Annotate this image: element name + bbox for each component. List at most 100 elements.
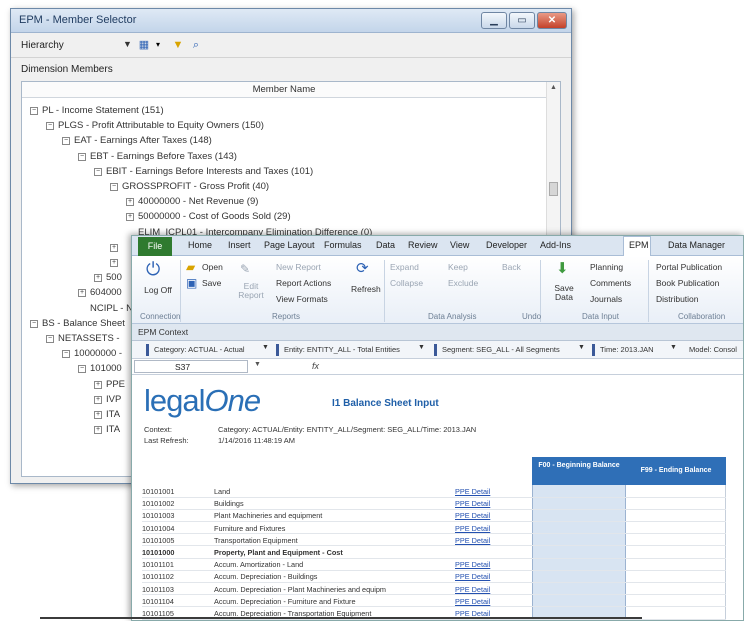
log-off-icon[interactable]: ⏻	[146, 260, 160, 278]
chevron-down-icon[interactable]: ▼	[418, 344, 425, 351]
tab-file[interactable]: File	[138, 237, 172, 256]
ppe-detail-link[interactable]: PPE Detail	[455, 536, 490, 546]
maximize-button[interactable]: ▭	[509, 12, 535, 29]
chevron-down-icon[interactable]: ▼	[123, 39, 132, 49]
model-selector[interactable]: Model: Consol	[684, 344, 737, 356]
save-button[interactable]: Save	[202, 278, 221, 288]
tab-add-ins[interactable]: Add-Ins	[540, 240, 571, 250]
open-button[interactable]: Open	[202, 262, 223, 272]
chevron-down-icon[interactable]: ▼	[670, 344, 677, 351]
tree-item[interactable]: − BS - Balance Sheet	[30, 317, 125, 331]
chevron-down-icon[interactable]: ▼	[578, 344, 585, 351]
expand-icon[interactable]: +	[94, 274, 102, 283]
ppe-detail-link[interactable]: PPE Detail	[455, 585, 490, 595]
collapse-icon[interactable]: −	[94, 167, 102, 176]
member-name-header[interactable]: Member Name	[22, 82, 546, 98]
save-data-button[interactable]: Save Data	[550, 284, 578, 302]
expand-icon[interactable]: +	[78, 289, 86, 298]
tree-item[interactable]: − PLGS - Profit Attributable to Equity Ow…	[46, 119, 264, 133]
tab-developer[interactable]: Developer	[486, 240, 527, 250]
tree-item[interactable]: +40000000 - Net Revenue (9)	[126, 195, 258, 209]
tree-item[interactable]: + PPE	[94, 378, 125, 392]
member-selector-titlebar[interactable]: EPM - Member Selector ▁ ▭ ✕	[11, 9, 571, 33]
expand-icon[interactable]: +	[126, 213, 134, 222]
tab-formulas[interactable]: Formulas	[324, 240, 362, 250]
ppe-detail-link[interactable]: PPE Detail	[455, 597, 490, 607]
tab-view[interactable]: View	[450, 240, 469, 250]
tab-data-manager[interactable]: Data Manager	[668, 240, 725, 250]
close-button[interactable]: ✕	[537, 12, 567, 29]
tree-item[interactable]: −10000000 -	[62, 347, 122, 361]
exclude-button[interactable]: Exclude	[448, 278, 478, 288]
scroll-thumb[interactable]	[549, 182, 558, 196]
expand-icon[interactable]: +	[94, 380, 102, 389]
refresh-button[interactable]: Refresh	[351, 284, 381, 294]
book-publication-button[interactable]: Book Publication	[656, 278, 719, 288]
collapse-icon[interactable]: −	[78, 152, 86, 161]
tree-item[interactable]: +500	[94, 271, 122, 285]
log-off-button[interactable]: Log Off	[142, 286, 174, 295]
ppe-detail-link[interactable]: PPE Detail	[455, 572, 490, 582]
worksheet[interactable]: legalOne I1 Balance Sheet Input Context:…	[132, 375, 743, 620]
time-selector[interactable]: Time: 2013.JAN	[592, 344, 654, 356]
tree-item[interactable]: + IVP	[94, 393, 121, 407]
ppe-detail-link[interactable]: PPE Detail	[455, 499, 490, 509]
tree-item[interactable]: +604000	[78, 286, 122, 300]
back-button[interactable]: Back	[502, 262, 521, 272]
tab-home[interactable]: Home	[188, 240, 212, 250]
portal-publication-button[interactable]: Portal Publication	[656, 262, 722, 272]
minimize-button[interactable]: ▁	[481, 12, 507, 29]
tree-item[interactable]: +	[110, 256, 122, 270]
expand-icon[interactable]: +	[126, 198, 134, 207]
new-report-button[interactable]: New Report	[276, 262, 321, 272]
ppe-detail-link[interactable]: PPE Detail	[455, 511, 490, 521]
collapse-icon[interactable]: −	[46, 335, 54, 343]
tab-epm[interactable]: EPM	[629, 240, 649, 250]
chevron-down-icon[interactable]: ▼	[254, 361, 261, 368]
fx-icon[interactable]: fx	[312, 361, 319, 371]
collapse-icon[interactable]: −	[62, 137, 70, 146]
tab-insert[interactable]: Insert	[228, 240, 251, 250]
collapse-icon[interactable]: −	[30, 107, 38, 115]
category-selector[interactable]: Category: ACTUAL - Actual	[146, 344, 245, 356]
collapse-button[interactable]: Collapse	[390, 278, 423, 288]
edit-report-button[interactable]: Edit Report	[236, 282, 266, 300]
tree-item[interactable]: − EAT - Earnings After Taxes (148)	[62, 134, 212, 148]
tree-item[interactable]: − EBT - Earnings Before Taxes (143)	[78, 150, 237, 164]
ppe-detail-link[interactable]: PPE Detail	[455, 487, 490, 497]
expand-button[interactable]: Expand	[390, 262, 419, 272]
tab-page-layout[interactable]: Page Layout	[264, 240, 315, 250]
tab-review[interactable]: Review	[408, 240, 438, 250]
tree-item[interactable]: + ITA	[94, 408, 120, 422]
comments-button[interactable]: Comments	[590, 278, 631, 288]
tree-item[interactable]: − GROSSPROFIT - Gross Profit (40)	[110, 180, 269, 194]
chevron-down-icon[interactable]: ▼	[262, 344, 269, 351]
tree-item[interactable]: −101000	[78, 362, 122, 376]
keep-button[interactable]: Keep	[448, 262, 468, 272]
view-formats-button[interactable]: View Formats	[276, 294, 328, 304]
tree-item[interactable]: + ITA	[94, 423, 120, 437]
expand-icon[interactable]: +	[94, 426, 102, 435]
search-icon[interactable]: ⌕	[189, 38, 203, 52]
tree-item[interactable]: +	[110, 241, 122, 255]
tree-item[interactable]: − PL - Income Statement (151)	[30, 104, 164, 118]
tree-item[interactable]: − EBIT - Earnings Before Interests and Ta…	[94, 165, 313, 179]
view-list-icon[interactable]: ▦	[137, 38, 151, 52]
ppe-detail-link[interactable]: PPE Detail	[455, 560, 490, 570]
segment-selector[interactable]: Segment: SEG_ALL - All Segments	[434, 344, 560, 356]
expand-icon[interactable]: +	[94, 411, 102, 419]
expand-icon[interactable]: +	[110, 243, 118, 252]
scroll-up-icon[interactable]: ▲	[548, 84, 559, 94]
journals-button[interactable]: Journals	[590, 294, 622, 304]
collapse-icon[interactable]: −	[46, 122, 54, 131]
chevron-down-icon[interactable]: ▾	[151, 38, 165, 52]
filter-icon[interactable]: ▼	[171, 38, 185, 52]
collapse-icon[interactable]: −	[30, 319, 38, 328]
hierarchy-dropdown[interactable]: Hierarchy	[21, 40, 64, 51]
tree-item[interactable]: +50000000 - Cost of Goods Sold (29)	[126, 210, 291, 224]
report-actions-button[interactable]: Report Actions	[276, 278, 331, 288]
name-box[interactable]: S37	[134, 360, 248, 373]
distribution-button[interactable]: Distribution	[656, 294, 699, 304]
planning-button[interactable]: Planning	[590, 262, 623, 272]
expand-icon[interactable]: +	[94, 395, 102, 404]
